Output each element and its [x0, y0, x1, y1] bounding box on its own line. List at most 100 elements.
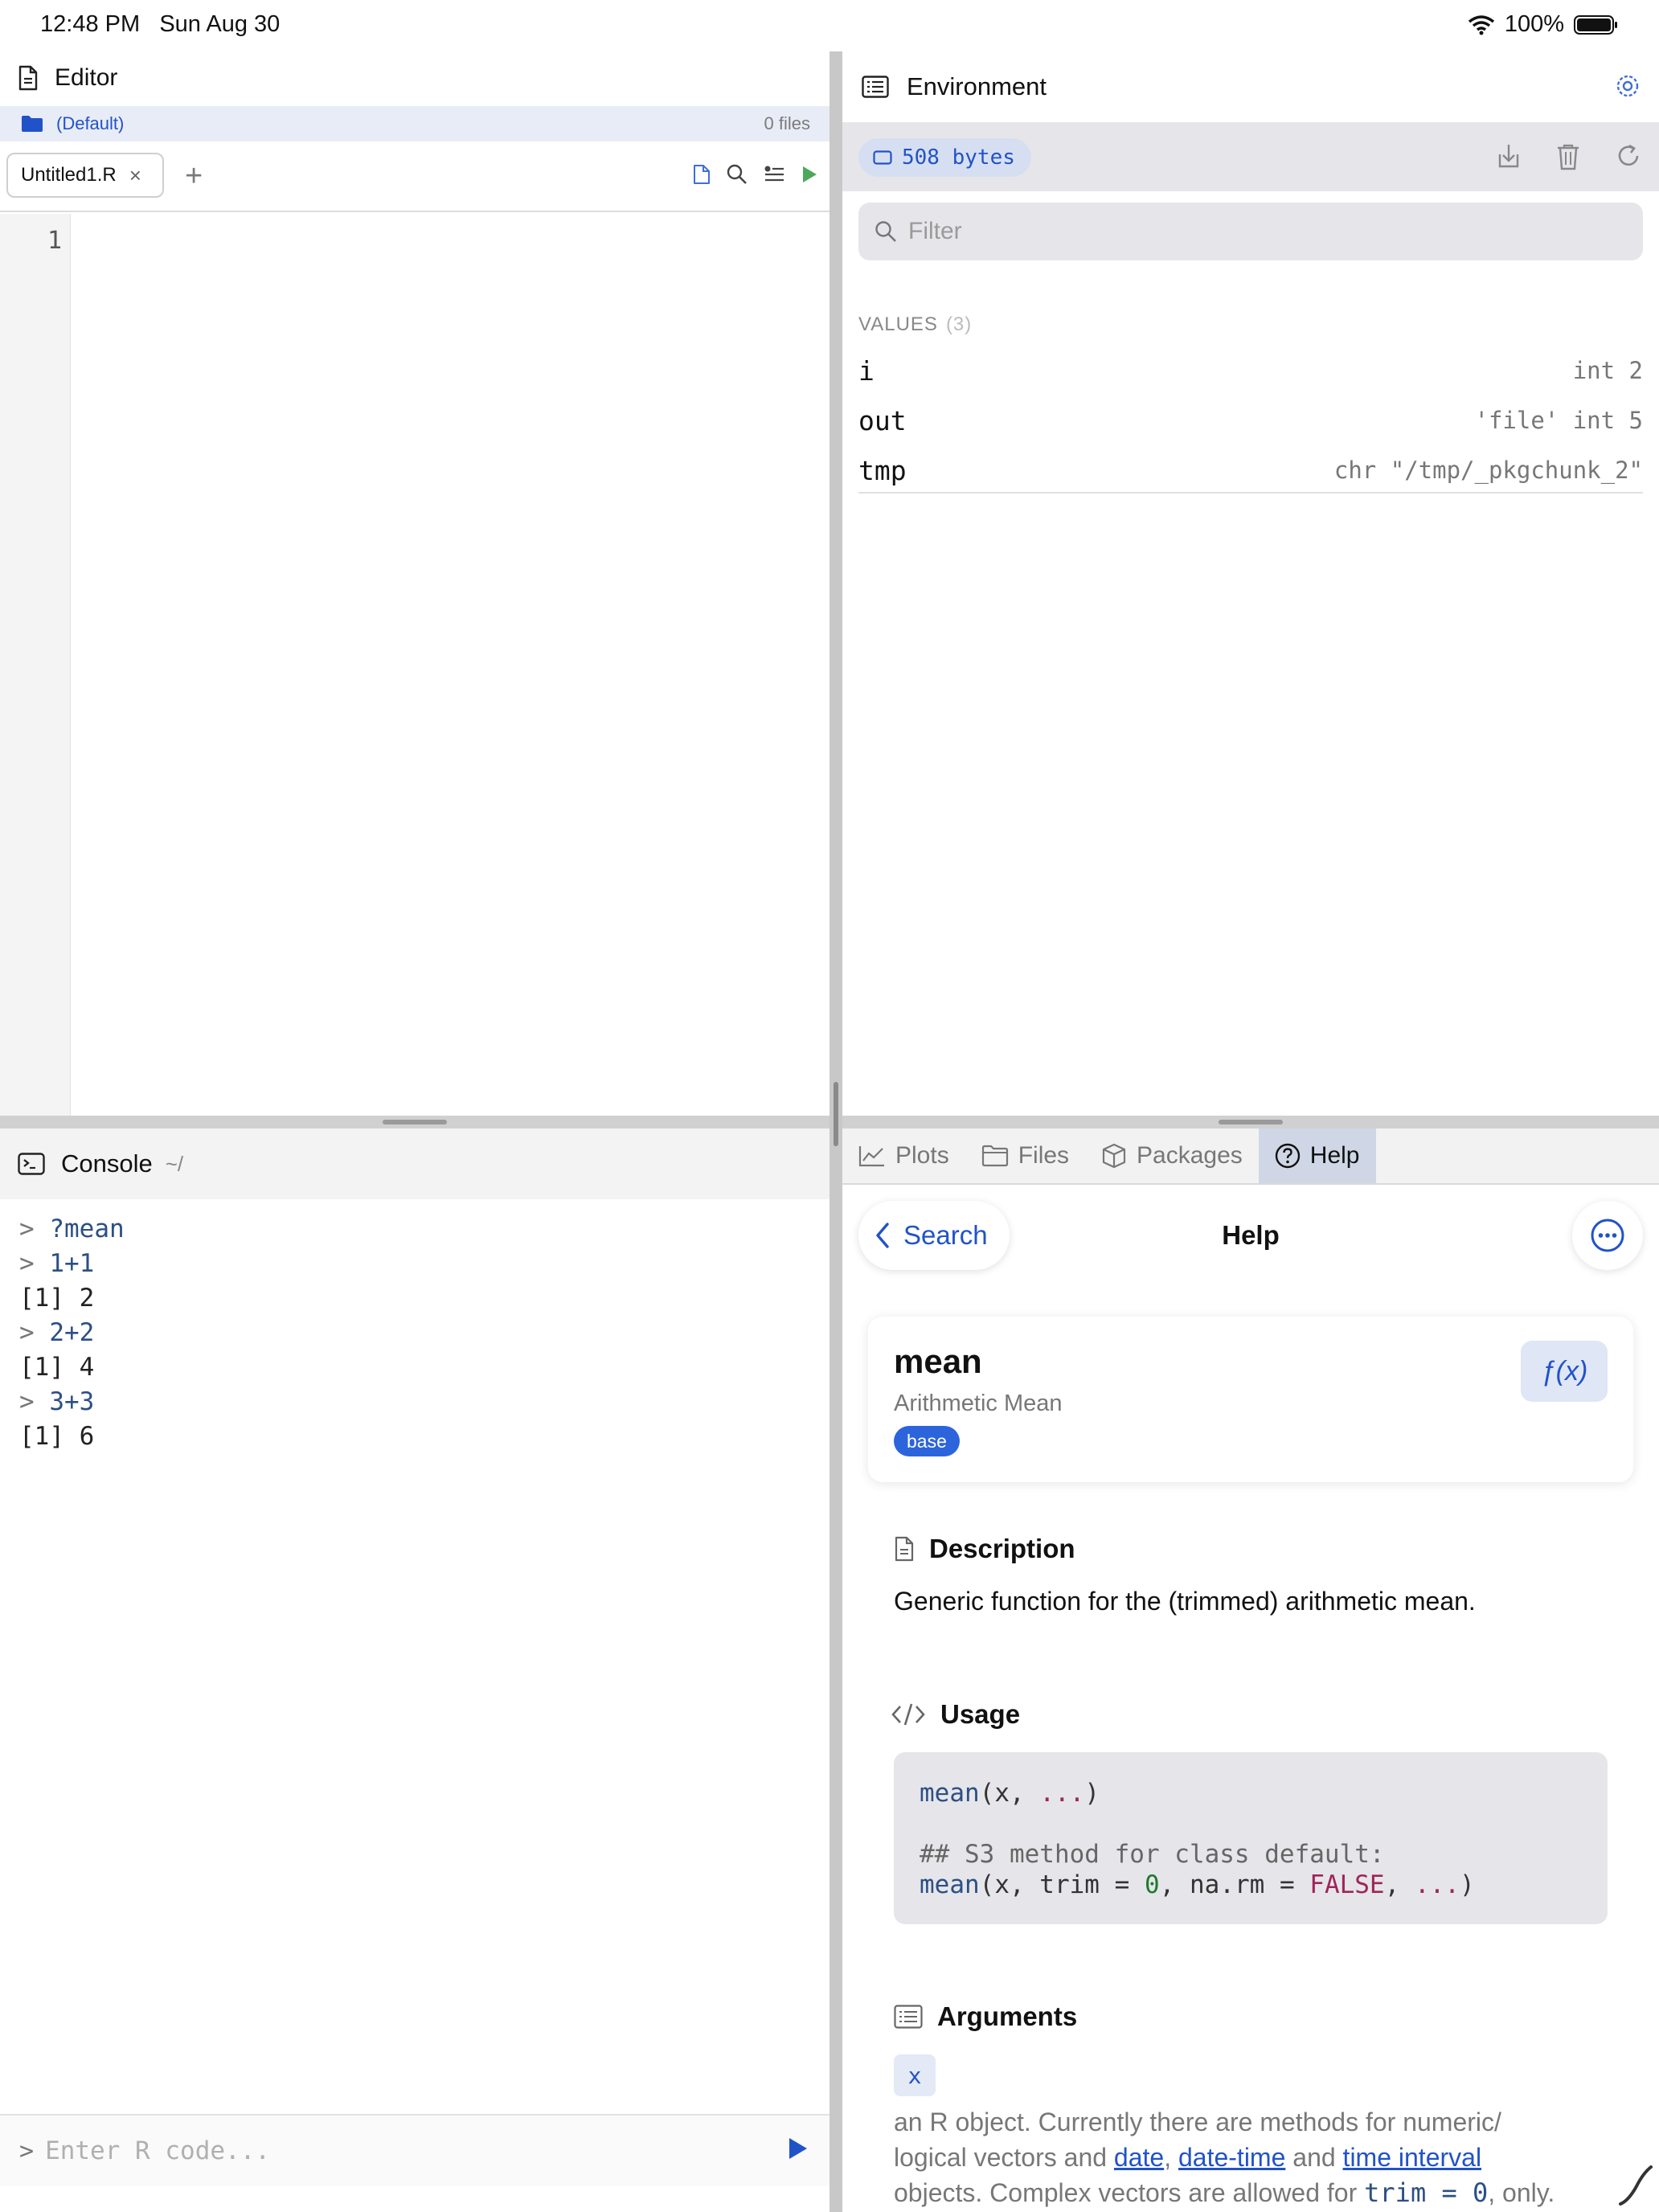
help-nav-bar: Help Search: [858, 1201, 1643, 1273]
console-input[interactable]: [45, 2136, 753, 2165]
search-icon: [875, 220, 897, 243]
folder-icon: [981, 1145, 1009, 1167]
console-path: ~/: [165, 1151, 184, 1176]
add-tab-button[interactable]: +: [185, 159, 203, 194]
status-time: 12:48 PM Sun Aug 30: [40, 11, 281, 37]
argument-name: x: [894, 2054, 936, 2096]
console-title: Console: [61, 1149, 153, 1178]
link-date[interactable]: date: [1114, 2143, 1164, 2172]
run-icon[interactable]: [801, 165, 818, 184]
close-icon[interactable]: ×: [129, 163, 141, 188]
pane-resize-handle-right[interactable]: [842, 1116, 1659, 1129]
memory-chip-icon: [873, 150, 892, 165]
value-name: i: [858, 354, 875, 387]
line-number-gutter: 1: [0, 214, 71, 1116]
function-title: Arithmetic Mean: [894, 1391, 1063, 1416]
status-indicators: 100%: [1468, 11, 1619, 38]
tab-packages[interactable]: Packages: [1085, 1129, 1259, 1183]
list-icon: [862, 76, 889, 98]
pane-resize-handle-vertical[interactable]: [830, 51, 842, 2212]
values-list: i int 2 out 'file' int 5 tmp chr "/tmp/_…: [858, 346, 1643, 495]
value-name: out: [858, 404, 907, 436]
environment-toolbar: 508 bytes: [842, 122, 1659, 191]
usage-code-block: mean(x, ...) ## S3 method for class defa…: [894, 1752, 1608, 1924]
environment-header: Environment: [842, 51, 1659, 122]
tab-files[interactable]: Files: [965, 1129, 1085, 1183]
environment-title: Environment: [907, 72, 1047, 100]
folder-icon: [21, 115, 43, 133]
filter-input[interactable]: [908, 218, 1616, 245]
tab-plots[interactable]: Plots: [842, 1129, 965, 1183]
package-badge[interactable]: base: [894, 1426, 960, 1456]
chart-icon: [858, 1145, 886, 1167]
project-bar[interactable]: (Default) 0 files: [0, 106, 830, 141]
function-name: mean: [894, 1342, 982, 1380]
console-line: > ?mean: [19, 1215, 125, 1243]
value-row[interactable]: out 'file' int 5: [858, 395, 1643, 445]
console-output: > ?mean > 1+1 [1] 2 > 2+2 [1] 4 > 3+3 [1…: [19, 1212, 807, 1454]
battery-percent: 100%: [1504, 11, 1564, 37]
memory-badge: 508 bytes: [858, 138, 1031, 177]
console-line: > 3+3: [19, 1387, 95, 1416]
refresh-icon[interactable]: [1616, 143, 1641, 170]
new-file-icon[interactable]: [693, 164, 711, 185]
function-icon: ƒ(x): [1521, 1341, 1608, 1402]
value-summary: int 2: [1572, 357, 1643, 384]
line-number: 1: [47, 227, 62, 255]
box-icon: [1101, 1143, 1127, 1169]
import-icon[interactable]: [1497, 143, 1521, 170]
tab-help[interactable]: Help: [1258, 1129, 1376, 1183]
tab-label: Untitled1.R: [21, 164, 117, 186]
document-icon: [18, 65, 39, 91]
send-icon[interactable]: [788, 2136, 809, 2161]
document-icon: [894, 1536, 915, 1562]
console-result: [1] 2: [19, 1284, 95, 1313]
link-date-time[interactable]: date-time: [1178, 2143, 1285, 2172]
list-icon: [894, 2005, 923, 2029]
memory-size: 508 bytes: [902, 145, 1015, 170]
console-input-bar: >: [0, 2114, 830, 2186]
value-summary: 'file' int 5: [1474, 407, 1643, 434]
console-line: > 2+2: [19, 1318, 95, 1347]
search-icon[interactable]: [727, 164, 748, 185]
chevron-left-icon: [875, 1222, 891, 1249]
argument-description: an R object. Currently there are methods…: [894, 2108, 1555, 2208]
trash-icon[interactable]: [1556, 143, 1580, 170]
values-section-label: VALUES (3): [858, 313, 973, 335]
editor-title: Editor: [55, 64, 118, 91]
pane-resize-handle-left[interactable]: [0, 1116, 830, 1129]
link-time-interval[interactable]: time interval: [1343, 2143, 1482, 2172]
editor-tab-strip: Untitled1.R × +: [0, 145, 830, 212]
wifi-icon: [1468, 14, 1495, 35]
usage-heading: Usage: [891, 1699, 1020, 1730]
back-search-button[interactable]: Search: [858, 1201, 1010, 1270]
description-heading: Description: [894, 1534, 1075, 1564]
format-list-icon[interactable]: [764, 165, 784, 184]
console-line: > 1+1: [19, 1249, 95, 1278]
gear-icon[interactable]: [1614, 72, 1641, 100]
value-name: tmp: [858, 454, 907, 486]
help-more-button[interactable]: [1572, 1201, 1643, 1270]
code-icon: [891, 1702, 926, 1727]
function-card: mean Arithmetic Mean base ƒ(x): [868, 1317, 1633, 1482]
value-row[interactable]: tmp chr "/tmp/_pkgchunk_2": [858, 445, 1643, 495]
battery-icon: [1574, 14, 1619, 35]
editor-header: Editor: [0, 51, 830, 104]
more-options-icon: [1590, 1218, 1625, 1253]
tab-untitled1[interactable]: Untitled1.R ×: [6, 153, 164, 198]
scroll-indicator: [1617, 2162, 1654, 2207]
arguments-heading: Arguments: [894, 2001, 1077, 2032]
code-editor[interactable]: [72, 214, 830, 1116]
project-file-count: 0 files: [764, 113, 810, 133]
terminal-icon: [18, 1153, 45, 1175]
console-result: [1] 6: [19, 1422, 95, 1451]
values-count: (3): [945, 313, 973, 335]
values-divider: [858, 492, 1643, 494]
value-row[interactable]: i int 2: [858, 346, 1643, 395]
description-text: Generic function for the (trimmed) arith…: [894, 1587, 1476, 1616]
filter-box: [858, 203, 1643, 260]
input-prompt: >: [19, 2136, 35, 2165]
project-name: (Default): [56, 113, 125, 133]
editor-toolbar: [693, 164, 818, 185]
environment-actions: [1497, 143, 1641, 170]
